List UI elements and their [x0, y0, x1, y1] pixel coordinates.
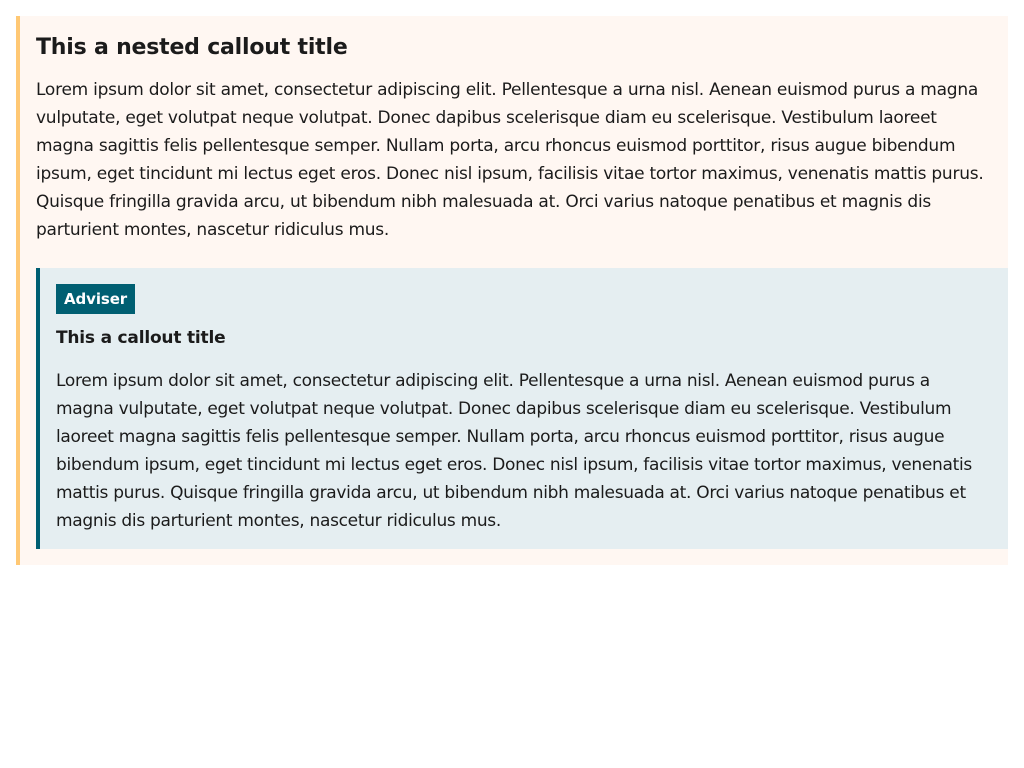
callout-body: Lorem ipsum dolor sit amet, consectetur … [56, 371, 972, 531]
nested-callout-body: Lorem ipsum dolor sit amet, consectetur … [36, 80, 984, 240]
nested-callout-title: This a nested callout title [36, 35, 348, 60]
adviser-badge: Adviser [56, 284, 136, 314]
nested-callout: This a nested callout title Lorem ipsum … [16, 16, 1008, 565]
callout-title: This a callout title [56, 328, 226, 348]
page: This a nested callout title Lorem ipsum … [0, 0, 1024, 768]
adviser-callout: Adviser This a callout title Lorem ipsum… [36, 268, 1008, 549]
